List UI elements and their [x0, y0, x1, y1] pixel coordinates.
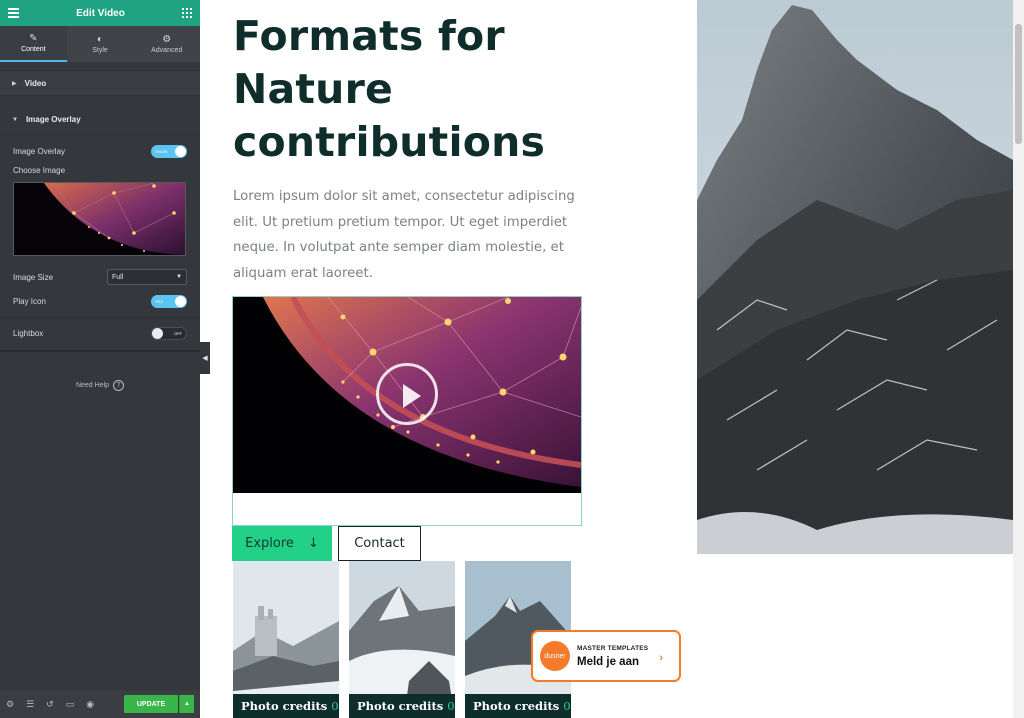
image-overlay-label: Image Overlay: [13, 146, 66, 156]
tab-advanced[interactable]: ⚙ Advanced: [133, 26, 200, 62]
control-lightbox: Lightbox OFF: [0, 326, 200, 340]
page-scrollbar[interactable]: [1013, 0, 1024, 718]
control-image-size: Image Size Full ▼: [0, 268, 200, 286]
explore-label: Explore: [245, 536, 294, 551]
pencil-icon: ✎: [29, 32, 38, 44]
toggle-text: YES: [155, 298, 164, 304]
responsive-icon[interactable]: ▭: [66, 699, 75, 710]
section-video[interactable]: ▶ Video: [0, 70, 200, 96]
editor-panel: Edit Video ✎ Content ◐ Style ⚙ Advanced …: [0, 0, 200, 718]
need-help-label: Need Help: [75, 382, 110, 389]
tab-style[interactable]: ◐ Style: [67, 26, 134, 62]
credit-number: 03: [563, 699, 571, 713]
image-size-label: Image Size: [13, 272, 54, 282]
apps-grid-icon[interactable]: [182, 8, 192, 18]
choose-image-label: Choose Image: [13, 165, 66, 175]
layers-icon[interactable]: ☰: [26, 699, 34, 710]
credit-number: 01: [331, 699, 339, 713]
help-circle-icon: ?: [113, 380, 125, 391]
video-overlay-image: [233, 297, 581, 493]
hamburger-icon[interactable]: [8, 8, 19, 18]
panel-footer: ⚙ ☰ ↺ ▭ ◉ UPDATE ▲: [0, 690, 200, 718]
preview-eye-icon[interactable]: ◉: [86, 699, 94, 710]
history-icon[interactable]: ↺: [46, 699, 54, 710]
control-choose-image: Choose Image: [0, 164, 200, 176]
app-window: Edit Video ✎ Content ◐ Style ⚙ Advanced …: [0, 0, 1024, 718]
collapse-panel-button[interactable]: ◀: [200, 342, 210, 374]
credit-text: Photo credits: [357, 699, 444, 713]
tab-style-label: Style: [92, 46, 108, 54]
popup-text: MASTER TEMPLATES Meld je aan: [577, 645, 648, 668]
credit-text: Photo credits: [473, 699, 560, 713]
toggle-text: OFF: [174, 330, 182, 336]
divider: [0, 350, 200, 352]
popup-title: MASTER TEMPLATES: [577, 644, 649, 652]
section-video-label: Video: [24, 78, 47, 88]
page-heading: Formats for Nature contributions: [233, 12, 546, 166]
photo-card-1[interactable]: Photo credits 01: [233, 561, 339, 718]
panel-title: Edit Video: [76, 7, 125, 19]
photo-credit-2: Photo credits 02: [349, 694, 455, 718]
need-help-link[interactable]: Need Help ?: [0, 380, 200, 391]
credit-text: Photo credits: [241, 699, 328, 713]
image-overlay-toggle[interactable]: SHOW: [151, 144, 187, 158]
brand-logo: dusner: [540, 641, 570, 671]
video-widget[interactable]: [232, 296, 582, 526]
control-play-icon: Play Icon YES: [0, 294, 200, 308]
popup-subtitle: Meld je aan: [577, 655, 639, 668]
control-image-overlay: Image Overlay SHOW: [0, 144, 200, 158]
explore-button[interactable]: Explore ↓: [232, 526, 332, 561]
contact-button[interactable]: Contact: [338, 526, 421, 561]
image-size-select[interactable]: Full ▼: [107, 269, 187, 285]
tab-content[interactable]: ✎ Content: [0, 26, 67, 62]
image-size-value: Full: [112, 273, 124, 281]
play-icon-label: Play Icon: [13, 296, 46, 306]
mountain-photo: [697, 0, 1013, 554]
settings-gear-icon[interactable]: ⚙: [6, 699, 14, 710]
toggle-knob: [175, 145, 186, 157]
panel-header: Edit Video: [0, 0, 200, 26]
gear-icon: ⚙: [162, 33, 172, 45]
toggle-text: SHOW: [155, 148, 168, 154]
choose-image-thumbnail[interactable]: [13, 182, 186, 256]
update-button[interactable]: UPDATE: [124, 695, 178, 713]
toggle-knob: [175, 295, 186, 307]
update-options-icon[interactable]: ▲: [179, 695, 194, 713]
credit-number: 02: [447, 699, 455, 713]
intro-paragraph: Lorem ipsum dolor sit amet, consectetur …: [233, 189, 575, 281]
photo-credit-3: Photo credits 03: [465, 694, 571, 718]
photo-card-2[interactable]: Photo credits 02: [349, 561, 455, 718]
panel-tabs: ✎ Content ◐ Style ⚙ Advanced: [0, 26, 200, 62]
caret-right-icon: ▶: [12, 80, 17, 87]
contrast-icon: ◐: [96, 33, 104, 45]
play-icon[interactable]: [376, 363, 438, 425]
play-triangle: [403, 384, 421, 408]
arrow-down-icon: ↓: [307, 536, 319, 551]
divider: [0, 317, 200, 318]
master-templates-popup[interactable]: dusner MASTER TEMPLATES Meld je aan ›: [531, 630, 681, 682]
play-icon-toggle[interactable]: YES: [151, 294, 187, 308]
dome-lights-image: [14, 183, 185, 255]
scrollbar-thumb[interactable]: [1015, 24, 1022, 144]
photo-credit-1: Photo credits 01: [233, 694, 339, 718]
chevron-right-icon: ›: [659, 652, 663, 664]
mountain-image: [697, 0, 1013, 554]
lightbox-toggle[interactable]: OFF: [151, 326, 187, 340]
tab-advanced-label: Advanced: [151, 46, 183, 54]
tab-content-label: Content: [21, 45, 46, 53]
toggle-knob: [152, 327, 163, 339]
caret-down-icon: ▼: [12, 116, 18, 123]
section-image-overlay[interactable]: ▼ Image Overlay: [0, 106, 200, 134]
section-image-overlay-label: Image Overlay: [25, 115, 81, 124]
chevron-down-icon: ▼: [176, 274, 182, 280]
lightbox-label: Lightbox: [13, 328, 44, 338]
